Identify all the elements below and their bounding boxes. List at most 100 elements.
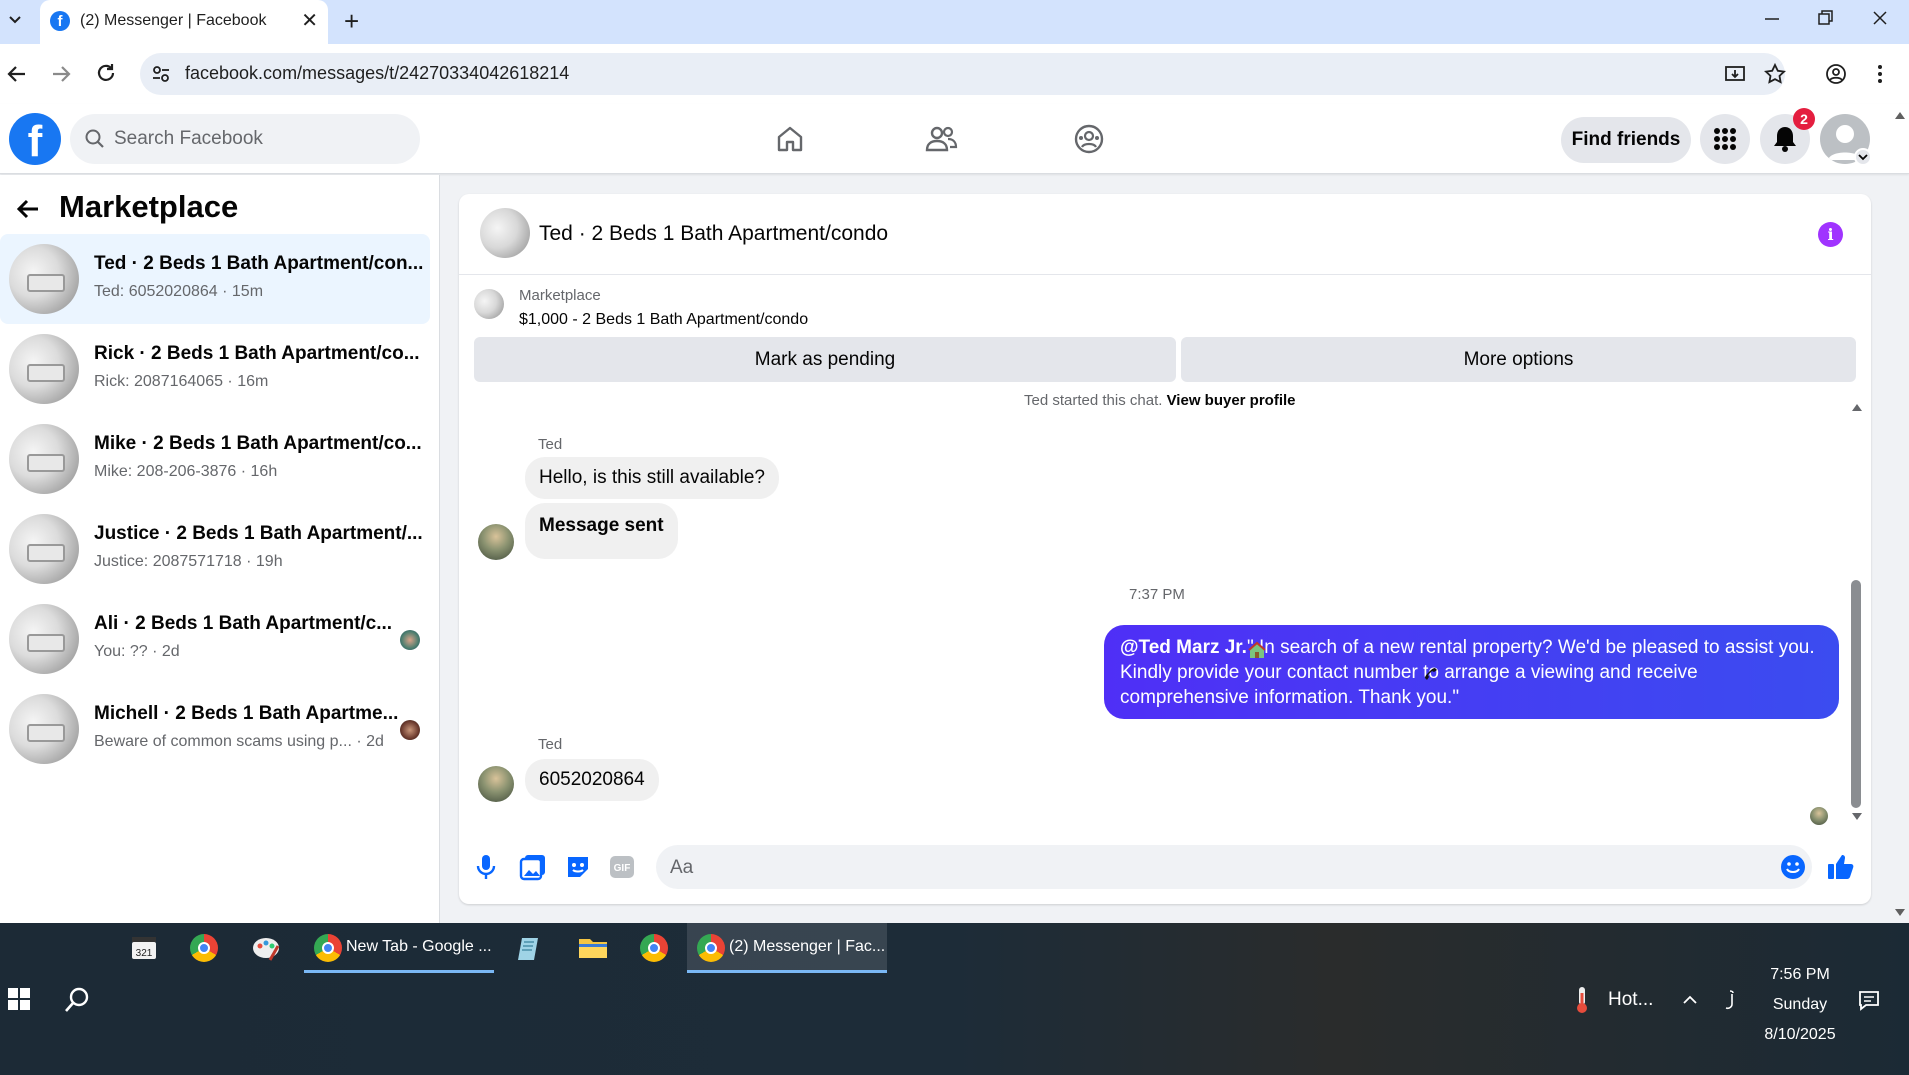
- paint-app-icon[interactable]: [252, 934, 282, 962]
- sticker-icon[interactable]: [564, 853, 592, 881]
- weather-thermometer-icon[interactable]: [1572, 985, 1592, 1015]
- conversation-item-ali[interactable]: Ali · 2 Beds 1 Bath Apartment/c... You: …: [0, 594, 430, 684]
- active-indicator: [687, 970, 887, 973]
- conversation-item-rick[interactable]: Rick · 2 Beds 1 Bath Apartment/co... Ric…: [0, 324, 430, 414]
- url-text[interactable]: facebook.com/messages/t/2427033404261821…: [185, 63, 569, 84]
- tray-chevron-up-icon[interactable]: [1680, 990, 1700, 1010]
- chrome-profile-2-icon[interactable]: [640, 934, 668, 962]
- reload-icon[interactable]: [93, 61, 119, 87]
- mention-link[interactable]: @Ted Marz Jr.: [1120, 637, 1247, 658]
- page-scroll-up-icon[interactable]: [1894, 110, 1906, 120]
- conversation-item-ted[interactable]: Ted · 2 Beds 1 Bath Apartment/con... Ted…: [0, 234, 430, 324]
- taskbar-clock[interactable]: 7:56 PM Sunday 8/10/2025: [1750, 960, 1850, 1050]
- message-input[interactable]: Aa: [656, 845, 1812, 889]
- conversation-name: Rick · 2 Beds 1 Bath Apartment/co...: [94, 343, 420, 364]
- conversation-preview: Mike: 208-206-3876 · 16h: [94, 463, 278, 480]
- weather-text[interactable]: Hot...: [1608, 989, 1653, 1011]
- outgoing-message[interactable]: @Ted Marz Jr." In search of a new rental…: [1104, 625, 1839, 719]
- conversation-item-mike[interactable]: Mike · 2 Beds 1 Bath Apartment/co... Mik…: [0, 414, 430, 504]
- view-buyer-profile-link[interactable]: View buyer profile: [1167, 392, 1296, 409]
- sidebar-title: Marketplace: [59, 189, 239, 224]
- read-receipt-avatar: [1810, 807, 1828, 825]
- input-language-icon[interactable]: [1720, 988, 1740, 1012]
- grid-icon: [1714, 128, 1736, 150]
- listing-price-title[interactable]: $1,000 - 2 Beds 1 Bath Apartment/condo: [519, 311, 808, 329]
- marketplace-label: Marketplace: [519, 287, 601, 304]
- incoming-message[interactable]: 6052020864: [525, 759, 659, 801]
- chat-scroll-down-icon[interactable]: [1851, 812, 1863, 822]
- new-tab-button[interactable]: +: [344, 6, 359, 37]
- more-options-button[interactable]: More options: [1181, 337, 1856, 382]
- conversation-name: Michell · 2 Beds 1 Bath Apartme...: [94, 703, 399, 724]
- forward-arrow-icon[interactable]: [48, 61, 74, 87]
- minimize-button[interactable]: [1762, 8, 1782, 28]
- taskbar-chrome-messenger[interactable]: (2) Messenger | Fac...: [687, 923, 887, 973]
- browser-menu-icon[interactable]: [1875, 62, 1885, 86]
- microphone-icon[interactable]: [474, 853, 498, 881]
- close-window-button[interactable]: [1870, 8, 1890, 28]
- incoming-message[interactable]: Hello, is this still available?: [525, 457, 779, 499]
- groups-icon[interactable]: [1073, 123, 1105, 155]
- sender-avatar[interactable]: [478, 524, 514, 560]
- conversation-preview: Rick: 2087164065 · 16m: [94, 373, 269, 390]
- facebook-favicon-icon: f: [50, 11, 70, 31]
- browser-tab-messenger[interactable]: f (2) Messenger | Facebook ✕: [40, 0, 328, 44]
- restore-button[interactable]: [1815, 8, 1835, 28]
- house-emoji-icon: [1247, 640, 1267, 660]
- conversation-name: Mike · 2 Beds 1 Bath Apartment/co...: [94, 433, 422, 454]
- bookmark-star-icon[interactable]: [1763, 62, 1787, 86]
- chat-title[interactable]: Ted · 2 Beds 1 Bath Apartment/condo: [539, 222, 888, 246]
- profile-icon[interactable]: [1824, 62, 1848, 86]
- conversation-item-justice[interactable]: Justice · 2 Beds 1 Bath Apartment/... Ju…: [0, 504, 430, 594]
- close-tab-icon[interactable]: ✕: [301, 8, 318, 33]
- account-chevron-icon[interactable]: [1854, 148, 1872, 166]
- photo-icon[interactable]: [519, 853, 547, 881]
- tab-list-dropdown-icon[interactable]: [4, 8, 26, 30]
- mark-as-pending-button[interactable]: Mark as pending: [474, 337, 1176, 382]
- chrome-app-icon[interactable]: [190, 934, 218, 962]
- search-icon[interactable]: [62, 985, 92, 1015]
- chat-listing-avatar[interactable]: [480, 208, 530, 258]
- taskbar-chrome-newtab[interactable]: New Tab - Google ...: [304, 923, 494, 973]
- site-info-icon[interactable]: [150, 63, 172, 85]
- info-icon[interactable]: i: [1818, 222, 1843, 247]
- search-icon: [84, 128, 106, 150]
- start-windows-icon[interactable]: [8, 988, 30, 1010]
- outgoing-text-3: comprehensive information. Thank you.": [1120, 687, 1460, 708]
- clock-day: Sunday: [1772, 996, 1828, 1013]
- install-app-icon[interactable]: [1723, 62, 1747, 86]
- notification-center-icon[interactable]: [1858, 989, 1880, 1011]
- seen-avatar: [400, 720, 420, 740]
- gif-icon[interactable]: GIF: [609, 855, 635, 879]
- taskbar-item-label: (2) Messenger | Fac...: [729, 938, 886, 955]
- page-scroll-down-icon[interactable]: [1894, 908, 1906, 918]
- notification-badge: 2: [1793, 108, 1815, 130]
- sender-avatar[interactable]: [478, 766, 514, 802]
- emoji-icon[interactable]: [1780, 854, 1806, 880]
- chat-scroll-up-icon[interactable]: [1851, 402, 1863, 412]
- search-facebook-input[interactable]: Search Facebook: [70, 114, 420, 164]
- seen-avatar: [400, 630, 420, 650]
- listing-thumbnail: [9, 604, 79, 674]
- clock-time: 7:56 PM: [1770, 966, 1830, 983]
- like-thumbs-up-icon[interactable]: [1826, 852, 1856, 882]
- home-icon[interactable]: [774, 123, 806, 155]
- clipchamp-app-icon[interactable]: 321: [130, 935, 158, 961]
- chat-scrollbar[interactable]: [1851, 580, 1861, 808]
- sender-name: Ted: [538, 436, 563, 453]
- back-arrow-icon[interactable]: [4, 61, 30, 87]
- listing-thumbnail-small[interactable]: [474, 289, 504, 319]
- notepad-app-icon[interactable]: [516, 934, 544, 962]
- find-friends-button[interactable]: Find friends: [1561, 117, 1691, 163]
- conversation-item-michell[interactable]: Michell · 2 Beds 1 Bath Apartme... Bewar…: [0, 684, 430, 774]
- conversation-preview: You: ?? · 2d: [94, 643, 180, 660]
- sender-name: Ted: [538, 736, 563, 753]
- friends-icon[interactable]: [924, 123, 958, 155]
- outgoing-text-2: Kindly provide your contact number to ar…: [1120, 662, 1698, 683]
- menu-grid-button[interactable]: [1700, 114, 1750, 164]
- listing-thumbnail: [9, 334, 79, 404]
- facebook-logo-icon[interactable]: f: [9, 113, 61, 166]
- file-explorer-icon[interactable]: [578, 934, 608, 960]
- back-arrow-icon[interactable]: [14, 195, 42, 223]
- incoming-message[interactable]: Message sent: [525, 503, 678, 559]
